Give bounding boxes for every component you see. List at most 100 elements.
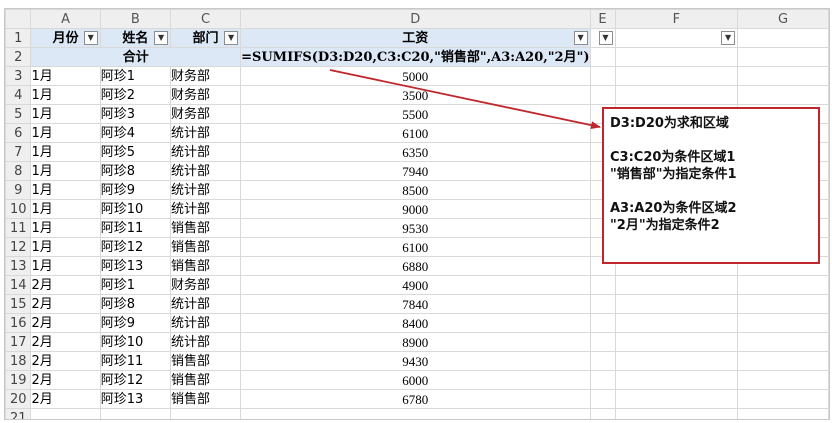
- salary-cell[interactable]: 9000: [240, 199, 591, 219]
- cell[interactable]: [614, 66, 739, 86]
- month-cell[interactable]: 2月: [30, 294, 101, 314]
- dept-cell[interactable]: 财务部: [170, 85, 242, 105]
- dept-cell[interactable]: 销售部: [170, 237, 242, 257]
- salary-cell[interactable]: 6000: [240, 370, 591, 390]
- dept-cell[interactable]: 统计部: [170, 332, 242, 352]
- name-cell[interactable]: 阿珍8: [99, 294, 172, 314]
- cell[interactable]: [737, 66, 829, 86]
- cell[interactable]: [614, 85, 739, 105]
- dept-cell[interactable]: 销售部: [170, 389, 242, 409]
- chevron-down-icon[interactable]: ▼: [598, 31, 613, 45]
- salary-cell[interactable]: 8900: [240, 332, 591, 352]
- row-header[interactable]: 17: [5, 332, 32, 352]
- month-cell[interactable]: 1月: [30, 218, 101, 238]
- name-cell[interactable]: 阿珍10: [99, 332, 172, 352]
- name-cell[interactable]: 阿珍10: [99, 199, 172, 219]
- salary-cell[interactable]: 8500: [240, 180, 591, 200]
- salary-cell[interactable]: 6780: [240, 389, 591, 409]
- dept-cell[interactable]: 统计部: [170, 180, 242, 200]
- cell[interactable]: [614, 47, 739, 67]
- month-cell[interactable]: 2月: [30, 313, 101, 333]
- cell[interactable]: [737, 389, 829, 409]
- row-header[interactable]: 5: [5, 104, 32, 124]
- chevron-down-icon[interactable]: ▼: [224, 31, 239, 45]
- row-header[interactable]: 9: [5, 180, 32, 200]
- cell[interactable]: [614, 332, 739, 352]
- row-header[interactable]: 19: [5, 370, 32, 390]
- dept-cell[interactable]: 财务部: [170, 66, 242, 86]
- name-cell[interactable]: 阿珍1: [99, 66, 172, 86]
- cell[interactable]: [614, 294, 739, 314]
- name-cell[interactable]: 阿珍4: [99, 123, 172, 143]
- dept-cell[interactable]: 统计部: [170, 199, 242, 219]
- chevron-down-icon[interactable]: ▼: [721, 31, 736, 45]
- row-header[interactable]: 13: [5, 256, 32, 276]
- cell[interactable]: [589, 389, 616, 409]
- salary-cell[interactable]: 5000: [240, 66, 591, 86]
- cell[interactable]: [170, 408, 242, 419]
- column-header-d[interactable]: D: [240, 9, 591, 29]
- cell[interactable]: [737, 275, 829, 295]
- dept-cell[interactable]: 财务部: [170, 275, 242, 295]
- row-header[interactable]: 6: [5, 123, 32, 143]
- column-header-c[interactable]: C: [170, 9, 242, 29]
- name-cell[interactable]: 阿珍13: [99, 389, 172, 409]
- cell[interactable]: [737, 85, 829, 105]
- salary-cell[interactable]: 4900: [240, 275, 591, 295]
- cell[interactable]: [589, 47, 616, 67]
- cell[interactable]: [737, 313, 829, 333]
- name-cell[interactable]: 阿珍12: [99, 237, 172, 257]
- dept-cell[interactable]: 销售部: [170, 351, 242, 371]
- cell[interactable]: [589, 275, 616, 295]
- header-cell-salary[interactable]: 工资 ▼: [240, 28, 591, 48]
- month-cell[interactable]: 1月: [30, 142, 101, 162]
- name-cell[interactable]: 阿珍2: [99, 85, 172, 105]
- salary-cell[interactable]: 6100: [240, 123, 591, 143]
- row-header[interactable]: 2: [5, 47, 32, 67]
- column-header-a[interactable]: A: [30, 9, 101, 29]
- salary-cell[interactable]: 9430: [240, 351, 591, 371]
- cell[interactable]: [614, 370, 739, 390]
- name-cell[interactable]: 阿珍8: [99, 161, 172, 181]
- month-cell[interactable]: 1月: [30, 104, 101, 124]
- salary-cell[interactable]: 5500: [240, 104, 591, 124]
- cell[interactable]: [737, 351, 829, 371]
- header-cell-month[interactable]: 月份 ▼: [30, 28, 101, 48]
- cell[interactable]: [614, 389, 739, 409]
- header-cell-dept[interactable]: 部门 ▼: [170, 28, 242, 48]
- salary-cell[interactable]: 7840: [240, 294, 591, 314]
- column-header-b[interactable]: B: [99, 9, 172, 29]
- name-cell[interactable]: 阿珍13: [99, 256, 172, 276]
- cell[interactable]: [737, 408, 829, 419]
- row-header[interactable]: 7: [5, 142, 32, 162]
- header-cell-f[interactable]: ▼: [614, 28, 739, 48]
- header-cell-e[interactable]: ▼: [589, 28, 616, 48]
- cell[interactable]: [99, 408, 172, 419]
- cell[interactable]: [240, 408, 591, 419]
- cell[interactable]: [614, 275, 739, 295]
- dept-cell[interactable]: 销售部: [170, 218, 242, 238]
- month-cell[interactable]: 2月: [30, 370, 101, 390]
- month-cell[interactable]: 2月: [30, 275, 101, 295]
- row-header[interactable]: 16: [5, 313, 32, 333]
- row-header[interactable]: 10: [5, 199, 32, 219]
- month-cell[interactable]: 1月: [30, 237, 101, 257]
- cell[interactable]: [589, 85, 616, 105]
- month-cell[interactable]: 1月: [30, 180, 101, 200]
- dept-cell[interactable]: 统计部: [170, 161, 242, 181]
- chevron-down-icon[interactable]: ▼: [573, 31, 588, 45]
- total-label-cell[interactable]: 合计: [30, 47, 242, 67]
- row-header[interactable]: 8: [5, 161, 32, 181]
- cell[interactable]: [589, 294, 616, 314]
- month-cell[interactable]: 1月: [30, 256, 101, 276]
- row-header[interactable]: 11: [5, 218, 32, 238]
- chevron-down-icon[interactable]: ▼: [154, 31, 169, 45]
- name-cell[interactable]: 阿珍1: [99, 275, 172, 295]
- month-cell[interactable]: 1月: [30, 161, 101, 181]
- salary-cell[interactable]: 6350: [240, 142, 591, 162]
- month-cell[interactable]: 1月: [30, 85, 101, 105]
- cell[interactable]: [614, 351, 739, 371]
- cell[interactable]: [737, 47, 829, 67]
- salary-cell[interactable]: 3500: [240, 85, 591, 105]
- name-cell[interactable]: 阿珍9: [99, 313, 172, 333]
